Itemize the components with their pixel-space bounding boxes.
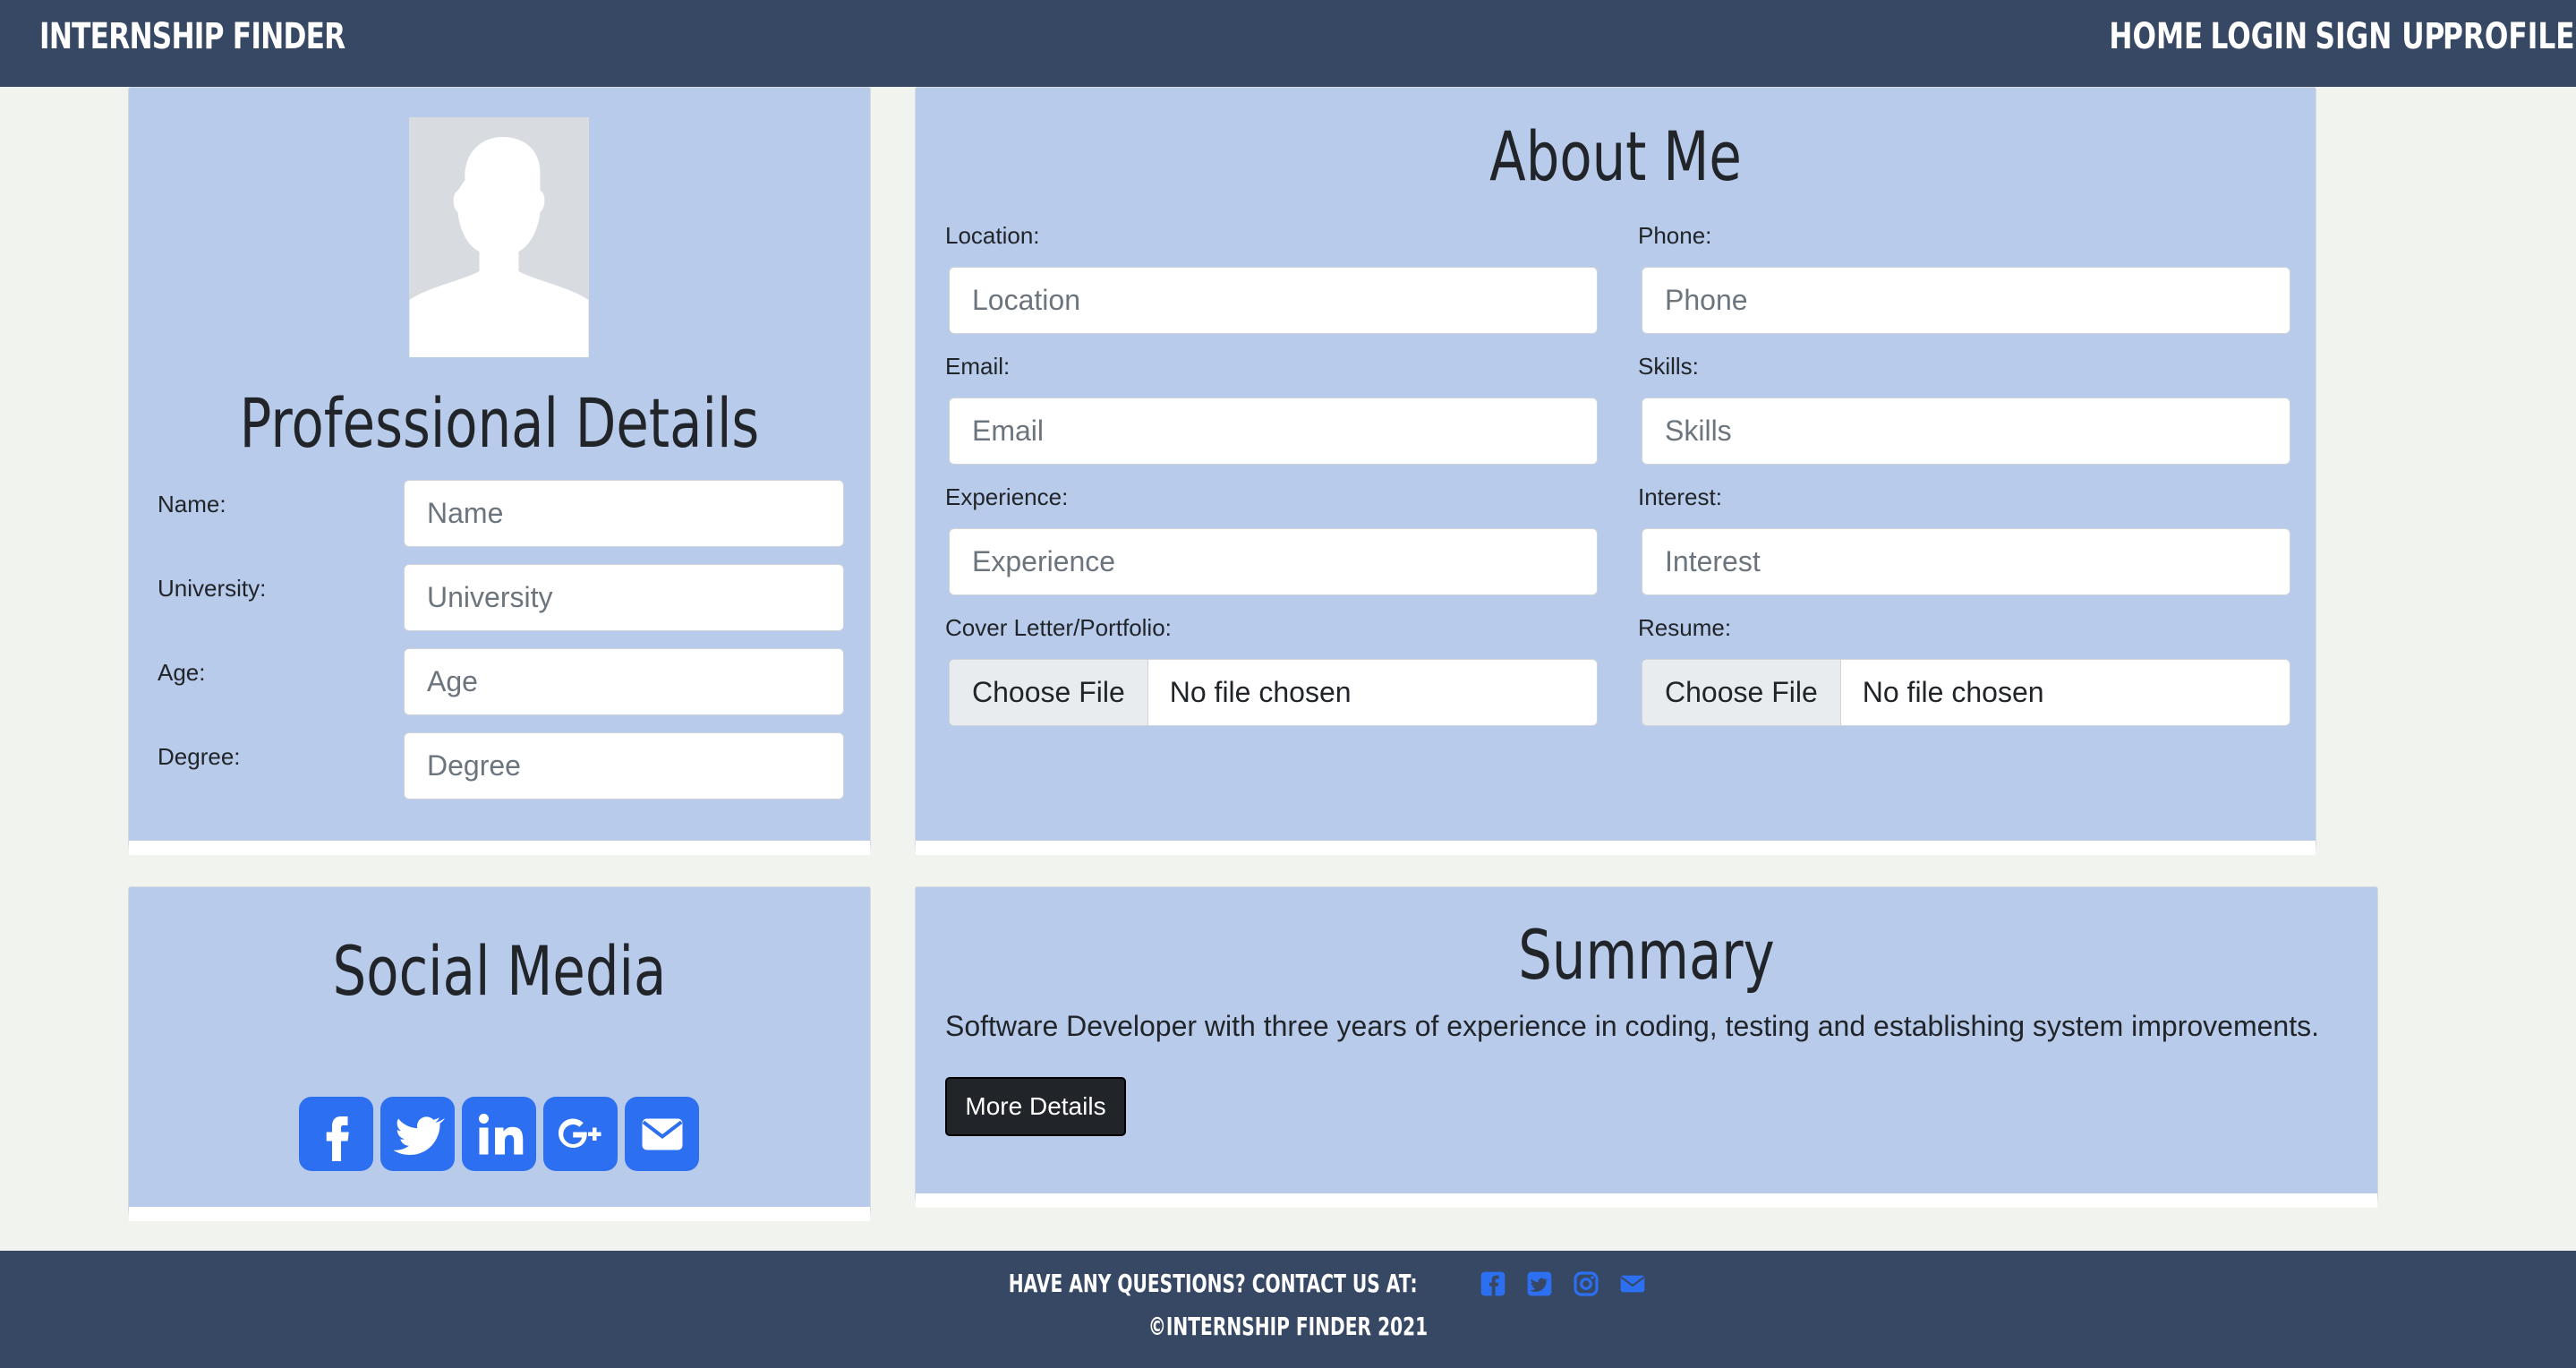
footer-twitter-icon[interactable]: [1525, 1270, 1554, 1298]
skills-input[interactable]: [1642, 398, 2290, 465]
resume-file-input[interactable]: Choose File No file chosen: [1642, 659, 2290, 726]
cover-letter-choose-button[interactable]: Choose File: [950, 660, 1148, 725]
google-plus-icon[interactable]: [543, 1097, 618, 1171]
about-me-card: [915, 87, 2316, 855]
brand-logo[interactable]: INTERNSHIP FINDER: [39, 16, 345, 57]
footer-copyright: ©INTERNSHIP FINDER 2021: [1147, 1312, 1429, 1341]
footer-contact: HAVE ANY QUESTIONS? CONTACT US AT:: [0, 1269, 2576, 1298]
more-details-button[interactable]: More Details: [945, 1077, 1126, 1136]
resume-file-status: No file chosen: [1862, 676, 2044, 708]
location-input[interactable]: [949, 267, 1598, 334]
nav-profile-link[interactable]: PROFILE: [2443, 16, 2575, 57]
footer-question: HAVE ANY QUESTIONS? CONTACT US AT:: [1008, 1269, 1418, 1298]
footer: HAVE ANY QUESTIONS? CONTACT US AT: ©INTE…: [0, 1251, 2576, 1368]
degree-input[interactable]: [404, 732, 844, 799]
email-input[interactable]: [949, 398, 1598, 465]
avatar: [409, 117, 589, 357]
twitter-icon[interactable]: [380, 1097, 455, 1171]
cover-letter-file-input[interactable]: Choose File No file chosen: [949, 659, 1598, 726]
nav-home-link[interactable]: HOME: [2109, 16, 2203, 57]
cover-letter-label: Cover Letter/Portfolio:: [945, 614, 1172, 641]
footer-instagram-icon[interactable]: [1572, 1270, 1600, 1298]
professional-details-title: Professional Details: [239, 383, 760, 463]
interest-label: Interest:: [1638, 483, 1722, 510]
user-silhouette-icon: [409, 117, 589, 357]
interest-input[interactable]: [1642, 528, 2290, 595]
resume-choose-button[interactable]: Choose File: [1642, 660, 1841, 725]
social-media-title: Social Media: [332, 931, 667, 1011]
phone-label: Phone:: [1638, 222, 1712, 249]
navbar: INTERNSHIP FINDER HOME LOGIN SIGN UP PRO…: [0, 0, 2576, 87]
experience-label: Experience:: [945, 483, 1069, 510]
degree-label: Degree:: [158, 743, 241, 770]
resume-label: Resume:: [1638, 614, 1732, 641]
age-label: Age:: [158, 659, 206, 686]
nav-links: HOME LOGIN SIGN UP PROFILE: [2101, 16, 2575, 57]
cover-letter-file-status: No file chosen: [1169, 676, 1352, 708]
facebook-icon[interactable]: [299, 1097, 373, 1171]
age-input[interactable]: [404, 648, 844, 715]
phone-input[interactable]: [1642, 267, 2290, 334]
about-me-title: About Me: [1489, 116, 1742, 196]
email-label: Email:: [945, 353, 1011, 380]
name-input[interactable]: [404, 480, 844, 547]
summary-title: Summary: [1518, 915, 1775, 995]
envelope-icon[interactable]: [625, 1097, 699, 1171]
name-label: Name:: [158, 491, 226, 517]
footer-facebook-icon[interactable]: [1479, 1270, 1507, 1298]
footer-envelope-icon[interactable]: [1618, 1270, 1647, 1298]
nav-signup-link[interactable]: SIGN UP: [2316, 16, 2445, 57]
university-label: University:: [158, 575, 267, 602]
nav-login-link[interactable]: LOGIN: [2210, 16, 2307, 57]
university-input[interactable]: [404, 564, 844, 631]
skills-label: Skills:: [1638, 353, 1699, 380]
experience-input[interactable]: [949, 528, 1598, 595]
linkedin-icon[interactable]: [462, 1097, 536, 1171]
social-icons: [299, 1097, 699, 1171]
location-label: Location:: [945, 222, 1040, 249]
summary-text: Software Developer with three years of e…: [945, 1010, 2319, 1042]
